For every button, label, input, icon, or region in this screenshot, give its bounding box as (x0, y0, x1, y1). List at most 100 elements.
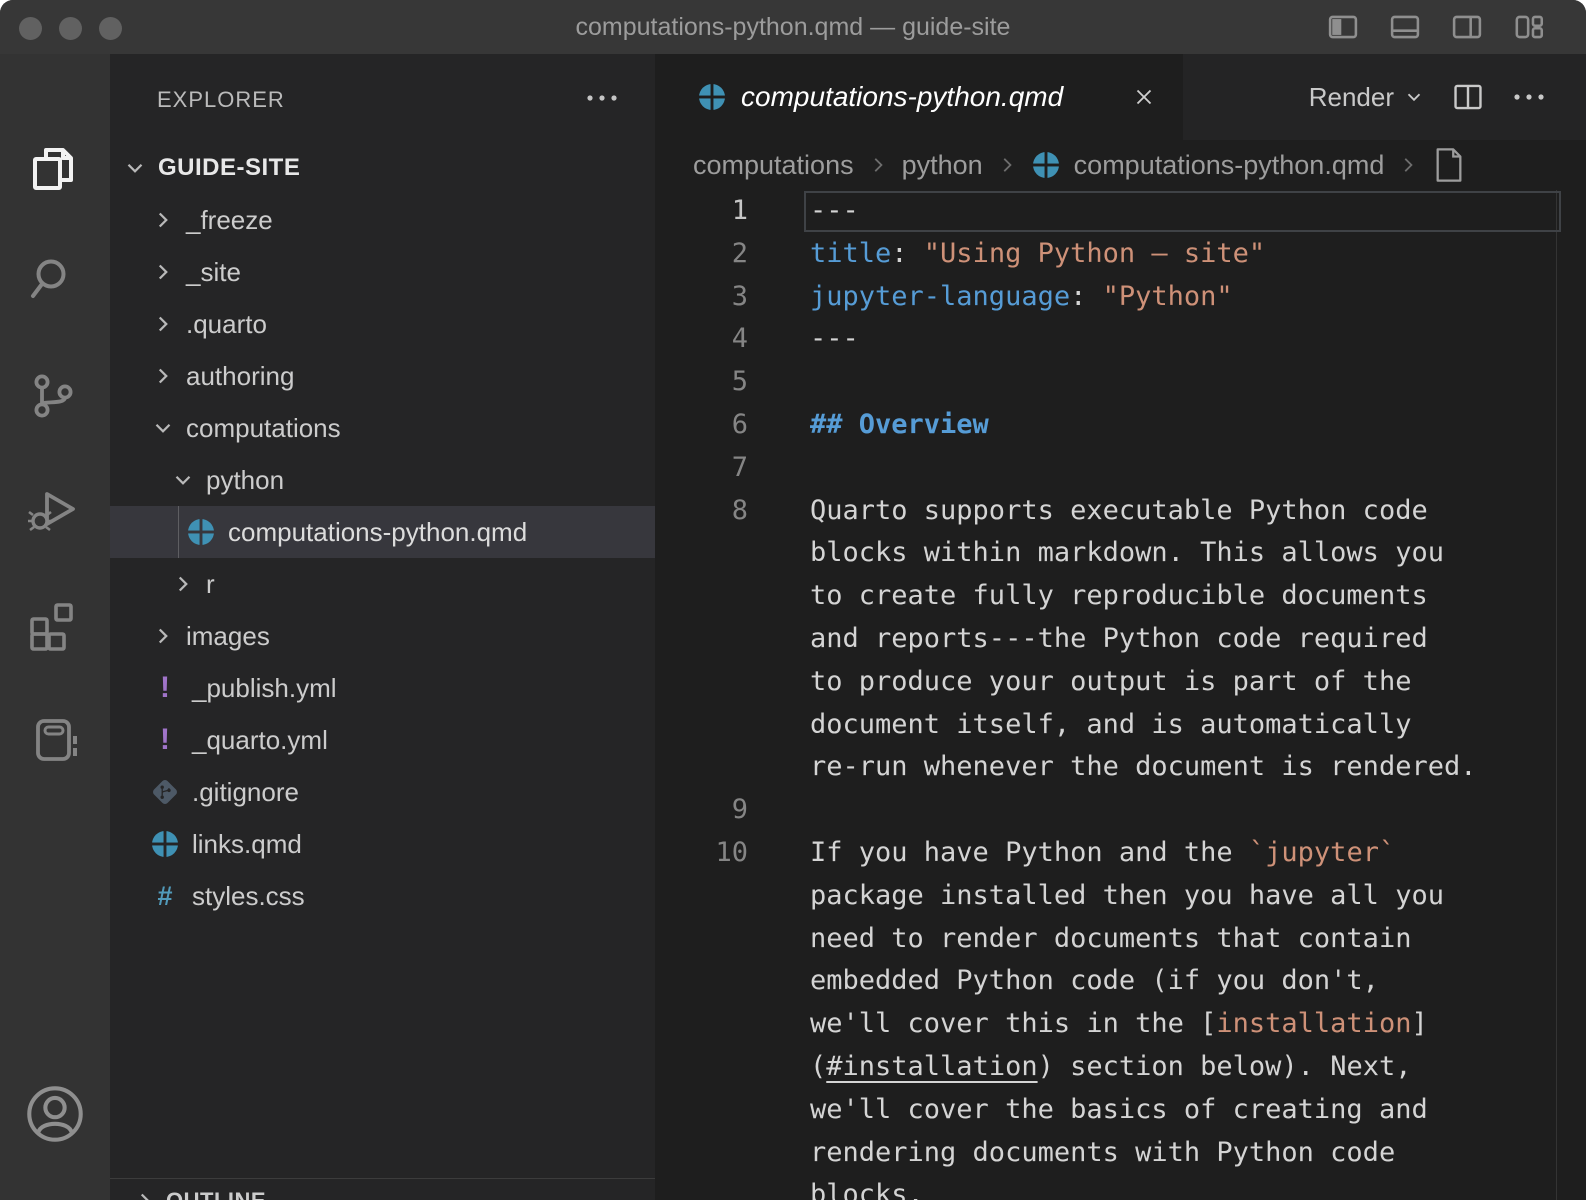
line-number: 4 (655, 318, 748, 361)
code-line[interactable]: to produce your output is part of the (655, 661, 1586, 704)
code-line[interactable]: 9 (655, 789, 1586, 832)
code-line[interactable]: to create fully reproducible documents (655, 575, 1586, 618)
run-debug-icon[interactable] (25, 481, 81, 537)
code-line-text: to produce your output is part of the (810, 661, 1411, 704)
code-line-text: jupyter-language: "Python" (810, 276, 1233, 319)
tree-item-label: r (206, 569, 215, 600)
code-line-text: --- (810, 318, 859, 361)
toggle-secondary-sidebar-icon[interactable] (1450, 10, 1484, 44)
tree-file-computations-python-qmd[interactable]: computations-python.qmd (110, 506, 655, 558)
code-line-text: If you have Python and the `jupyter` (810, 832, 1395, 875)
line-number: 3 (655, 276, 748, 319)
toggle-panel-icon[interactable] (1388, 10, 1422, 44)
code-line[interactable]: need to render documents that contain (655, 918, 1586, 961)
line-number: 2 (655, 233, 748, 276)
code-line-text: package installed then you have all you (810, 875, 1444, 918)
tree-item-label: python (206, 465, 284, 496)
close-icon[interactable] (1131, 84, 1157, 110)
tree-folder--quarto[interactable]: .quarto (110, 298, 655, 350)
code-line[interactable]: embedded Python code (if you don't, (655, 960, 1586, 1003)
code-line[interactable]: re-run whenever the document is rendered… (655, 746, 1586, 789)
quarto-file-icon (186, 517, 216, 547)
tree-file--gitignore[interactable]: .gitignore (110, 766, 655, 818)
tree-item-label: _freeze (186, 205, 273, 236)
code-line-text: blocks within markdown. This allows you (810, 532, 1444, 575)
breadcrumb-separator-icon (867, 154, 889, 176)
code-line[interactable]: 6 ## Overview (655, 404, 1586, 447)
tree-folder--site[interactable]: _site (110, 246, 655, 298)
code-line-text: to create fully reproducible documents (810, 575, 1428, 618)
tree-folder-computations[interactable]: computations (110, 402, 655, 454)
code-line[interactable]: 10If you have Python and the `jupyter` (655, 832, 1586, 875)
chevron-right-icon (132, 1188, 158, 1200)
tree-folder-images[interactable]: images (110, 610, 655, 662)
extensions-icon[interactable] (25, 598, 81, 654)
code-line[interactable]: 2title: "Using Python — site" (655, 233, 1586, 276)
account-icon[interactable] (25, 1084, 81, 1140)
search-icon[interactable] (25, 251, 81, 307)
quarto-file-icon (150, 829, 180, 859)
code-line[interactable]: blocks within markdown. This allows you (655, 532, 1586, 575)
tab-computations-python[interactable]: computations-python.qmd (655, 54, 1183, 140)
sidebar-header: EXPLORER (110, 54, 655, 142)
breadcrumb-item[interactable]: computations (693, 150, 854, 181)
tree-item-label: links.qmd (192, 829, 302, 860)
tree-folder-authoring[interactable]: authoring (110, 350, 655, 402)
source-control-icon[interactable] (25, 368, 81, 424)
layout-controls (1326, 0, 1546, 54)
settings-gear-icon[interactable] (25, 1194, 81, 1200)
line-number: 6 (655, 404, 748, 447)
code-line[interactable]: and reports---the Python code required (655, 618, 1586, 661)
code-line[interactable]: blocks. (655, 1174, 1586, 1200)
code-line-text: we'll cover this in the [installation] (810, 1003, 1428, 1046)
tree-file-styles-css[interactable]: #styles.css (110, 870, 655, 922)
chevron-right-icon (150, 363, 176, 389)
tree-file--quarto-yml[interactable]: !_quarto.yml (110, 714, 655, 766)
code-line-text: ## Overview (810, 404, 989, 447)
chevron-right-icon (150, 311, 176, 337)
code-line[interactable]: 5 (655, 361, 1586, 404)
tree-item-label: computations (186, 413, 341, 444)
code-line-text: we'll cover the basics of creating and (810, 1089, 1428, 1132)
tree-item-label: computations-python.qmd (228, 517, 527, 548)
chevron-right-icon (150, 207, 176, 233)
notebook-icon[interactable] (25, 711, 81, 767)
line-number: 1 (655, 190, 748, 233)
files-icon[interactable] (25, 141, 81, 197)
tree-folder--freeze[interactable]: _freeze (110, 194, 655, 246)
more-actions-icon[interactable] (582, 80, 622, 116)
tree-folder-r[interactable]: r (110, 558, 655, 610)
code-line[interactable]: 7 (655, 447, 1586, 490)
code-line[interactable]: we'll cover this in the [installation] (655, 1003, 1586, 1046)
code-line[interactable]: 4 --- (655, 318, 1586, 361)
customize-layout-icon[interactable] (1512, 10, 1546, 44)
code-line[interactable]: package installed then you have all you (655, 875, 1586, 918)
tree-folder-python[interactable]: python (110, 454, 655, 506)
outline-section[interactable]: OUTLINE (110, 1178, 655, 1200)
tab-bar: computations-python.qmd Render (655, 54, 1586, 140)
tree-file-links-qmd[interactable]: links.qmd (110, 818, 655, 870)
breadcrumb-item[interactable]: computations-python.qmd (1074, 150, 1385, 181)
explorer-sidebar: EXPLORER GUIDE-SITE _freeze _site.quartoau… (110, 54, 655, 1200)
chevron-down-icon (122, 155, 148, 181)
code-line[interactable]: rendering documents with Python code (655, 1132, 1586, 1175)
code-line[interactable]: we'll cover the basics of creating and (655, 1089, 1586, 1132)
toggle-primary-sidebar-icon[interactable] (1326, 10, 1360, 44)
code-line[interactable]: 8Quarto supports executable Python code (655, 490, 1586, 533)
quarto-icon (697, 82, 727, 112)
tree-folder-guide-site[interactable]: GUIDE-SITE (110, 142, 655, 194)
code-line[interactable]: (#installation) section below). Next, (655, 1046, 1586, 1089)
line-number: 5 (655, 361, 748, 404)
code-line[interactable]: 1--- (655, 190, 1586, 233)
more-actions-icon[interactable] (1511, 80, 1547, 114)
file-tree: GUIDE-SITE _freeze _site.quartoauthoring co… (110, 142, 655, 922)
render-button[interactable]: Render (1309, 82, 1425, 113)
code-line[interactable]: 3 jupyter-language: "Python" (655, 276, 1586, 319)
split-editor-icon[interactable] (1451, 80, 1485, 114)
code-line-text: document itself, and is automatically (810, 704, 1411, 747)
tree-file--publish-yml[interactable]: !_publish.yml (110, 662, 655, 714)
breadcrumb-separator-icon (996, 154, 1018, 176)
code-line[interactable]: document itself, and is automatically (655, 704, 1586, 747)
css-file-icon: # (150, 881, 180, 911)
breadcrumb-item[interactable]: python (902, 150, 983, 181)
